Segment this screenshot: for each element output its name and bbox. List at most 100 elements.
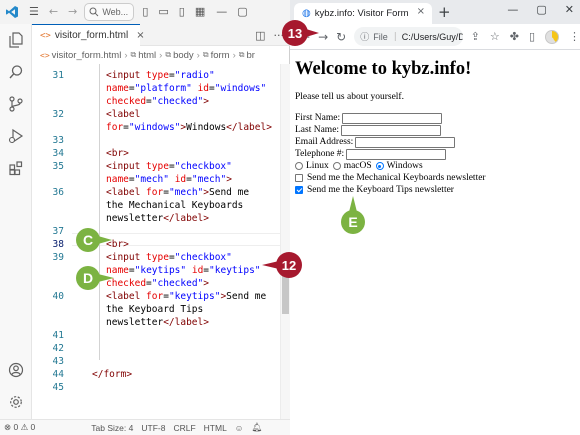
extensions-puzzle-icon[interactable]: ✤ bbox=[510, 30, 519, 43]
browser-tab-visitor-form[interactable]: ◍ kybz.info: Visitor Form × bbox=[294, 3, 432, 24]
code-token: <label bbox=[106, 291, 147, 302]
restore-icon[interactable]: ▢ bbox=[237, 0, 247, 24]
problems-indicator[interactable]: ⊗ 0 ⚠ 0 bbox=[4, 422, 35, 433]
layout-sidebar-icon[interactable]: ▯ bbox=[142, 0, 148, 24]
command-center-search[interactable]: Web... bbox=[84, 3, 135, 21]
code-editor[interactable]: 31 32 33 34 35 36 37 38 39 40 41 42 43 44 45 <input ty… bbox=[32, 64, 290, 419]
email-input[interactable] bbox=[355, 136, 456, 148]
globe-favicon-icon: ◍ bbox=[302, 8, 311, 19]
web-page-content: Welcome to kybz.info! Please tell us abo… bbox=[290, 50, 580, 435]
code-token: <label bbox=[106, 187, 147, 198]
minimize-icon[interactable]: — bbox=[507, 3, 518, 16]
forward-arrow-icon[interactable]: → bbox=[318, 30, 328, 44]
encoding-indicator[interactable]: UTF-8 bbox=[141, 423, 165, 433]
breadcrumb-item-html[interactable]: html bbox=[138, 50, 156, 61]
code-token: <input bbox=[106, 70, 147, 81]
info-icon[interactable]: ⓘ bbox=[360, 30, 369, 43]
maximize-icon[interactable]: ▢ bbox=[536, 3, 546, 16]
keytips-newsletter-label[interactable]: Send me the Keyboard Tips newsletter bbox=[307, 184, 454, 196]
tab-close-icon[interactable]: × bbox=[136, 30, 144, 41]
run-debug-icon[interactable] bbox=[4, 124, 28, 148]
address-divider: | bbox=[393, 31, 397, 42]
code-line: for="windows">Windows</label> bbox=[106, 121, 272, 134]
telephone-input[interactable] bbox=[346, 148, 447, 160]
code-token: for bbox=[106, 122, 124, 133]
layout-secondary-icon[interactable]: ▯ bbox=[179, 0, 185, 24]
address-bar[interactable]: ⓘ File | C:/Users/Guy/Dro... bbox=[354, 27, 463, 46]
callout-13-label: 13 bbox=[287, 25, 303, 41]
code-token: "checkbox" bbox=[174, 252, 232, 263]
windows-radio[interactable] bbox=[375, 162, 384, 170]
breadcrumb-file[interactable]: visitor_form.html bbox=[52, 50, 122, 61]
bookmark-star-icon[interactable]: ☆ bbox=[490, 30, 500, 43]
address-url[interactable]: C:/Users/Guy/Dro... bbox=[402, 32, 463, 42]
code-token: checked bbox=[106, 96, 147, 107]
command-center-text: Web... bbox=[102, 7, 129, 17]
close-window-icon[interactable]: ✕ bbox=[565, 3, 574, 16]
keytips-newsletter-checkbox[interactable] bbox=[295, 186, 303, 194]
line-number: 32 bbox=[52, 109, 64, 120]
breadcrumb-item-body[interactable]: body bbox=[173, 50, 194, 61]
code-token: </label> bbox=[163, 317, 209, 328]
code-token: Send me bbox=[226, 291, 267, 302]
kebab-menu-icon[interactable]: ⋮ bbox=[569, 30, 580, 43]
search-icon[interactable] bbox=[4, 60, 28, 84]
element-icon: ⧉ bbox=[238, 50, 245, 59]
sidebar-icon[interactable]: ▯ bbox=[529, 30, 535, 43]
breadcrumb-item-form[interactable]: form bbox=[211, 50, 230, 61]
forward-arrow-icon[interactable]: → bbox=[68, 0, 77, 24]
search-icon bbox=[89, 7, 99, 17]
code-token: <input bbox=[106, 161, 147, 172]
linux-label[interactable]: Linux bbox=[306, 160, 329, 172]
manage-gear-icon[interactable] bbox=[4, 390, 28, 414]
code-token: <label bbox=[106, 109, 141, 120]
new-tab-button[interactable]: + bbox=[438, 4, 451, 20]
customize-layout-icon[interactable]: ▦ bbox=[195, 0, 205, 24]
eol-indicator[interactable]: CRLF bbox=[173, 423, 195, 433]
editor-scrollbar[interactable] bbox=[280, 64, 290, 419]
status-bar: ⊗ 0 ⚠ 0 Tab Size: 4 UTF-8 CRLF HTML ☺ 🔔︎ bbox=[0, 419, 290, 435]
code-token: for bbox=[146, 291, 164, 302]
tab-size-indicator[interactable]: Tab Size: 4 bbox=[91, 423, 133, 433]
menu-icon[interactable]: ☰ bbox=[29, 0, 39, 24]
editor-actions: ◫ ··· bbox=[255, 24, 284, 46]
profile-avatar[interactable] bbox=[545, 29, 559, 44]
last-name-input[interactable] bbox=[341, 124, 442, 136]
feedback-icon[interactable]: ☺ bbox=[235, 423, 244, 433]
first-name-label: First Name: bbox=[295, 113, 341, 123]
code-line: the Keyboard Tips bbox=[106, 303, 203, 316]
line-number: 39 bbox=[52, 252, 64, 263]
macos-label[interactable]: macOS bbox=[344, 160, 372, 172]
callout-d: D bbox=[76, 266, 114, 290]
source-control-icon[interactable] bbox=[4, 92, 28, 116]
tab-visitor-form[interactable]: <> visitor_form.html × bbox=[32, 24, 145, 46]
browser-tab-strip: ◍ kybz.info: Visitor Form × + — ▢ ✕ bbox=[290, 0, 580, 24]
browser-window: ◍ kybz.info: Visitor Form × + — ▢ ✕ ← → … bbox=[290, 0, 580, 435]
code-token: "radio" bbox=[174, 70, 215, 81]
layout-panel-icon[interactable]: ▭ bbox=[158, 0, 168, 24]
back-arrow-icon[interactable]: ← bbox=[49, 0, 58, 24]
code-line: <br> bbox=[106, 147, 129, 160]
split-editor-icon[interactable]: ◫ bbox=[255, 29, 265, 42]
account-icon[interactable] bbox=[4, 358, 28, 382]
first-name-input[interactable] bbox=[342, 112, 443, 124]
html-file-icon: <> bbox=[40, 30, 51, 41]
language-indicator[interactable]: HTML bbox=[204, 423, 227, 433]
callout-c: C bbox=[76, 228, 112, 252]
linux-radio[interactable] bbox=[295, 162, 303, 170]
windows-label[interactable]: Windows bbox=[387, 160, 423, 172]
mech-newsletter-checkbox[interactable] bbox=[295, 174, 303, 182]
line-number: 34 bbox=[52, 148, 64, 159]
notifications-bell-icon[interactable]: 🔔︎ bbox=[251, 422, 262, 433]
macos-radio[interactable] bbox=[332, 162, 341, 170]
code-line: <input type="checkbox" bbox=[106, 251, 232, 264]
explorer-icon[interactable] bbox=[4, 28, 28, 52]
minimize-icon[interactable]: — bbox=[216, 0, 227, 24]
code-token: Windows bbox=[186, 122, 227, 133]
breadcrumb-item-br[interactable]: br bbox=[246, 50, 254, 61]
extensions-icon[interactable] bbox=[4, 156, 28, 180]
share-icon[interactable]: ⇪ bbox=[471, 30, 480, 43]
browser-tab-close-icon[interactable]: × bbox=[417, 6, 425, 17]
reload-icon[interactable]: ↻ bbox=[336, 30, 346, 44]
mech-newsletter-label[interactable]: Send me the Mechanical Keyboards newslet… bbox=[307, 172, 486, 184]
